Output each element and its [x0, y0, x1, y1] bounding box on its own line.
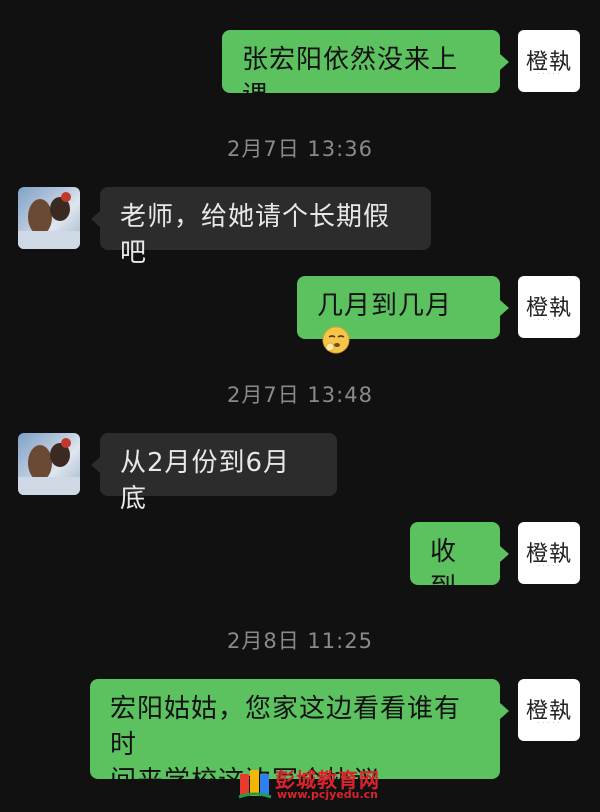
message-text: 从2月份到6月底	[120, 448, 291, 514]
message-bubble[interactable]: 从2月份到6月底	[100, 433, 337, 514]
message-text: 收到	[430, 537, 458, 603]
chat-conversation: 张宏阳依然没来上课 橙執 · · · · · 2月7日 13:36 老师，给她请…	[0, 0, 600, 812]
message-outgoing: 张宏阳依然没来上课 橙執 · · · · ·	[0, 30, 600, 111]
avatar-logo-sub: · · · · ·	[537, 317, 561, 323]
message-incoming: 从2月份到6月底	[0, 433, 600, 514]
bubble-tail	[500, 546, 509, 562]
contact-avatar[interactable]	[18, 433, 80, 495]
self-avatar[interactable]: 橙執 · · · · ·	[518, 679, 580, 741]
message-bubble[interactable]: 几月到几月	[297, 276, 500, 354]
self-avatar[interactable]: 橙執 · · · · ·	[518, 276, 580, 338]
bubble-tail	[500, 54, 509, 70]
message-text: 老师，给她请个长期假吧	[120, 202, 391, 268]
contact-photo-icon	[18, 438, 80, 495]
face-emoji-icon	[322, 326, 350, 354]
message-incoming: 老师，给她请个长期假吧	[0, 187, 600, 268]
bubble-tail	[91, 211, 100, 227]
avatar-logo-sub: · · · · ·	[537, 563, 561, 569]
bubble-tail	[500, 703, 509, 719]
message-outgoing: 收到 橙執 · · · · ·	[0, 522, 600, 603]
message-bubble[interactable]: 收到	[410, 522, 500, 603]
timestamp: 2月8日 11:25	[227, 629, 373, 653]
message-bubble[interactable]: 张宏阳依然没来上课	[222, 30, 500, 111]
bubble-tail	[91, 457, 100, 473]
self-avatar[interactable]: 橙執 · · · · ·	[518, 522, 580, 584]
contact-photo-icon	[18, 192, 80, 249]
self-avatar[interactable]: 橙執 · · · · ·	[518, 30, 580, 92]
site-watermark: 彭城教育网 www.pcjyedu.cn	[237, 762, 397, 806]
message-text: 张宏阳依然没来上课	[242, 45, 459, 111]
message-text: 几月到几月	[317, 291, 453, 321]
watermark-url: www.pcjyedu.cn	[277, 788, 378, 801]
book-logo-icon	[238, 770, 272, 799]
avatar-logo-sub: · · · · ·	[537, 71, 561, 77]
contact-avatar[interactable]	[18, 187, 80, 249]
message-outgoing: 几月到几月 橙執 · · · · ·	[0, 276, 600, 354]
bubble-tail	[500, 300, 509, 316]
message-text-line: 宏阳姑姑，您家这边看看谁有时	[110, 694, 462, 760]
timestamp: 2月7日 13:48	[227, 383, 373, 407]
message-bubble[interactable]: 老师，给她请个长期假吧	[100, 187, 431, 268]
avatar-logo-sub: · · · · ·	[537, 720, 561, 726]
timestamp: 2月7日 13:36	[227, 137, 373, 161]
